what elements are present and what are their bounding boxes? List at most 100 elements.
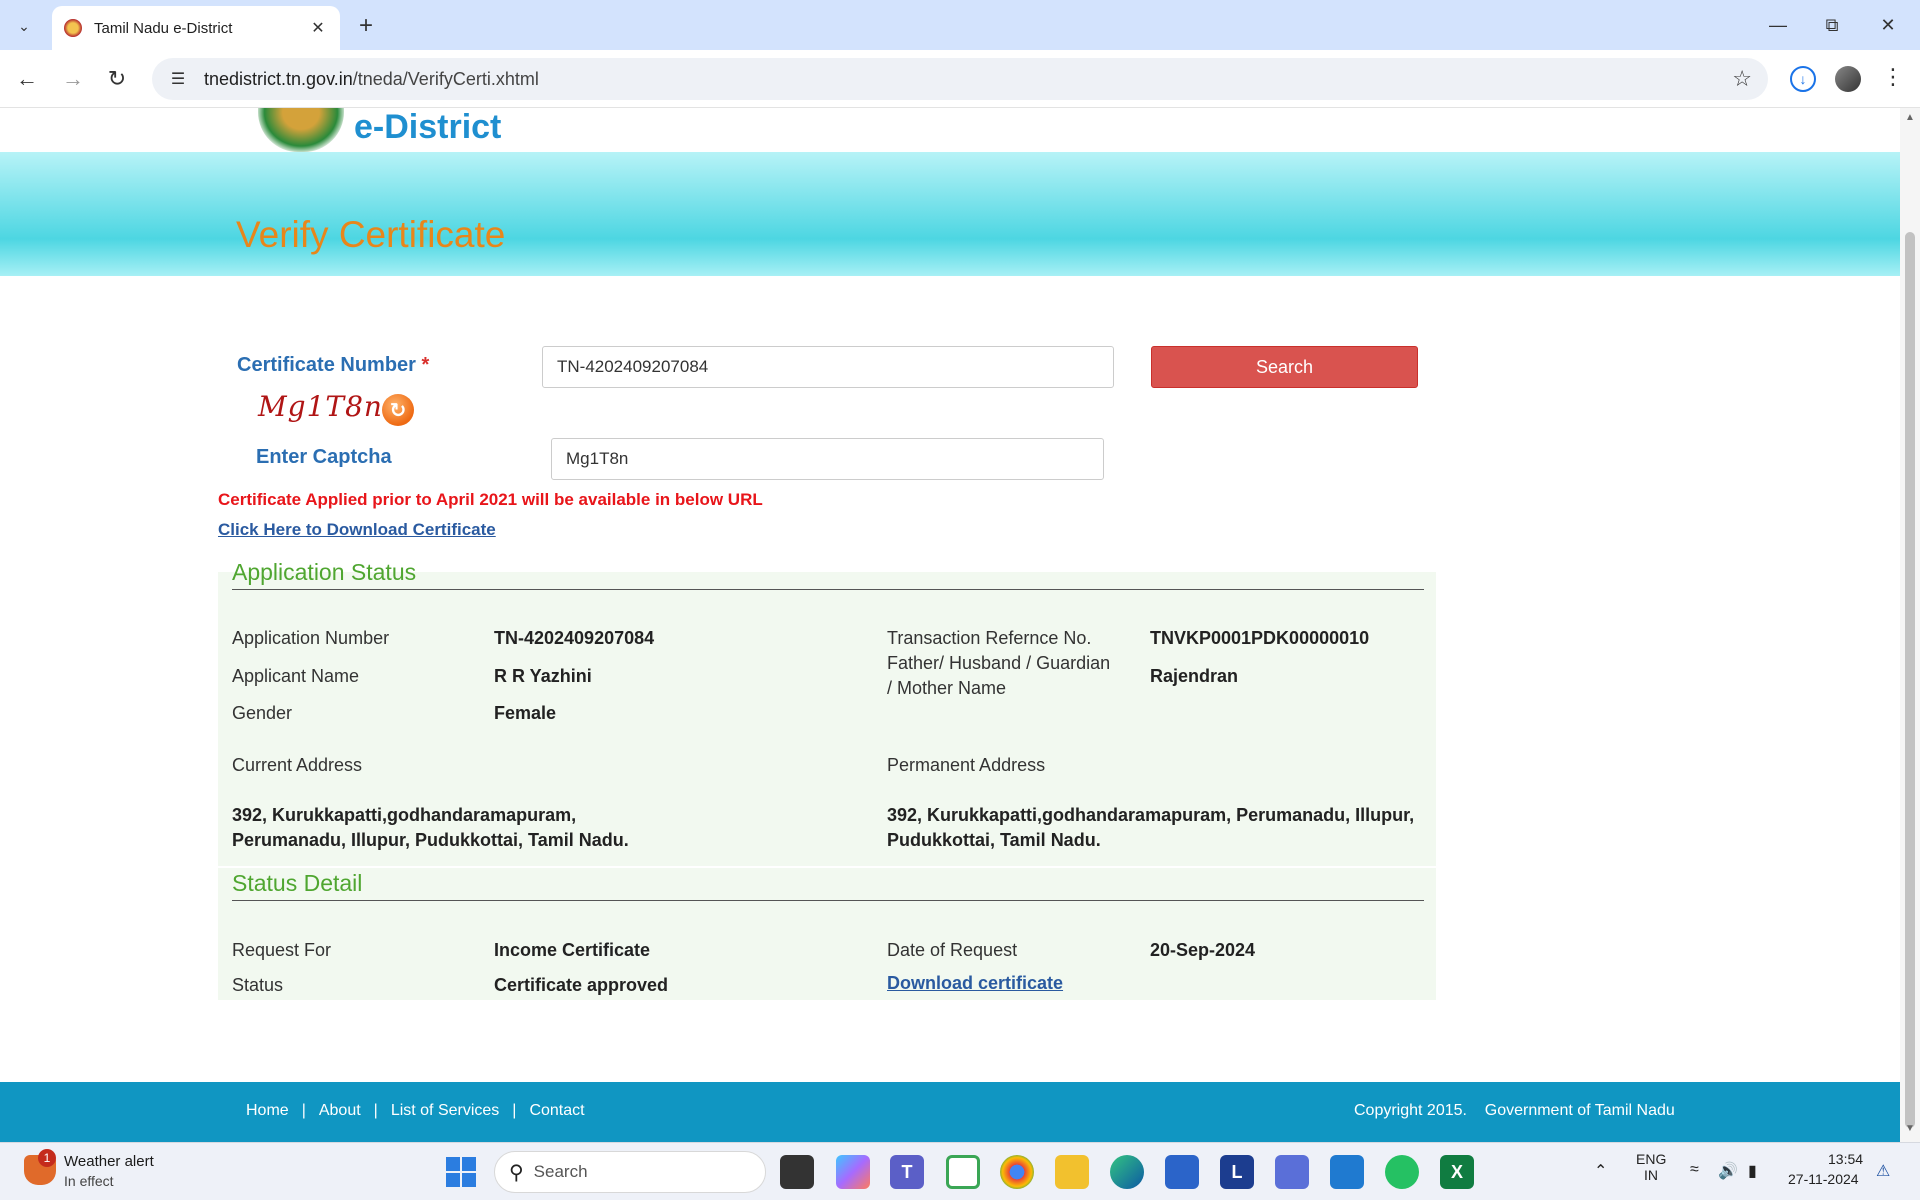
scroll-thumb[interactable] <box>1905 232 1915 1128</box>
reload-icon[interactable]: ↻ <box>102 64 132 94</box>
scroll-up-arrow-icon[interactable]: ▲ <box>1905 112 1915 123</box>
footer-separator: | <box>512 1102 517 1119</box>
search-button[interactable]: Search <box>1151 346 1418 388</box>
tray-overflow-chevron-icon[interactable]: ⌃ <box>1594 1161 1607 1181</box>
tab-title: Tamil Nadu e-District <box>94 19 233 37</box>
tn-emblem-favicon-icon <box>64 19 82 37</box>
applicant-name-value: R R Yazhini <box>494 666 592 686</box>
footer-link-about[interactable]: About <box>319 1102 361 1120</box>
downloads-icon[interactable]: ↓ <box>1790 66 1816 92</box>
bookmark-star-icon[interactable]: ☆ <box>1732 66 1752 92</box>
scroll-down-arrow-icon[interactable]: ▼ <box>1905 1123 1915 1134</box>
address-bar[interactable]: ☰ tnedistrict.tn.gov.in/tneda/VerifyCert… <box>152 58 1768 100</box>
language-code: ENG <box>1636 1151 1667 1167</box>
notice-text: Certificate Applied prior to April 2021 … <box>218 490 763 509</box>
logo-text: e-District <box>354 108 502 146</box>
vscode-icon[interactable] <box>1330 1155 1364 1189</box>
download-certificate-link[interactable]: Click Here to Download Certificate <box>218 520 496 540</box>
language-indicator[interactable]: ENG IN <box>1636 1151 1666 1183</box>
page-banner: Verify Certificate <box>0 152 1900 276</box>
weather-alert-status: In effect <box>64 1173 114 1189</box>
page-viewport: e-District Verify Certificate Certificat… <box>0 108 1900 1142</box>
request-for-value: Income Certificate <box>494 940 651 960</box>
store-icon[interactable] <box>1165 1155 1199 1189</box>
captcha-image: Mg1T8n <box>258 390 383 423</box>
notification-bell-icon[interactable]: ⚠ <box>1876 1161 1890 1181</box>
minimize-icon[interactable]: — <box>1758 10 1798 40</box>
taskbar-search[interactable]: ⚲ Search <box>494 1151 766 1193</box>
status-value: Certificate approved <box>494 975 669 995</box>
gender-label: Gender <box>232 703 293 723</box>
arc-app-icon[interactable] <box>1275 1155 1309 1189</box>
guardian-name-label: Father/ Husband / Guardian / Mother Name <box>887 653 1111 698</box>
browser-menu-icon[interactable]: ⋮ <box>1882 64 1904 90</box>
captcha-input[interactable] <box>551 438 1104 480</box>
copilot-icon[interactable] <box>836 1155 870 1189</box>
teams-icon[interactable]: T <box>890 1155 924 1189</box>
browser-tab[interactable]: Tamil Nadu e-District ✕ <box>52 6 340 50</box>
weather-alert-badge: 1 <box>38 1149 56 1167</box>
status-detail-panel <box>218 868 1436 1000</box>
file-explorer-icon[interactable] <box>1055 1155 1089 1189</box>
site-info-tune-icon[interactable]: ☰ <box>160 69 196 89</box>
footer-link-home[interactable]: Home <box>246 1102 289 1120</box>
l-app-icon[interactable]: L <box>1220 1155 1254 1189</box>
excel-icon[interactable]: X <box>1440 1155 1474 1189</box>
transaction-reference-value: TNVKP0001PDK00000010 <box>1150 628 1370 648</box>
date-of-request-value: 20-Sep-2024 <box>1150 940 1256 960</box>
application-status-title: Application Status <box>232 559 417 585</box>
restore-icon[interactable]: ⧉ <box>1812 10 1852 40</box>
date-of-request-label: Date of Request <box>887 940 1018 960</box>
back-arrow-icon[interactable]: ← <box>12 64 42 94</box>
transaction-reference-label: Transaction Refernce No. <box>887 628 1092 648</box>
browser-toolbar: ← → ↻ ☰ tnedistrict.tn.gov.in/tneda/Veri… <box>0 50 1920 108</box>
section-divider <box>232 589 1424 590</box>
clock-date[interactable]: 27-11-2024 <box>1788 1171 1859 1187</box>
clock-time[interactable]: 13:54 <box>1828 1151 1863 1167</box>
battery-icon[interactable]: ▮ <box>1748 1161 1757 1181</box>
forward-arrow-icon[interactable]: → <box>58 64 88 94</box>
chrome-icon[interactable] <box>1000 1155 1034 1189</box>
page-title: Verify Certificate <box>236 214 506 255</box>
footer-nav: Home | About | List of Services | Contac… <box>246 1102 585 1120</box>
taskbar-search-placeholder: Search <box>533 1162 588 1181</box>
current-address-label: Current Address <box>232 755 363 775</box>
captcha-refresh-icon[interactable]: ↻ <box>382 394 414 426</box>
close-window-icon[interactable]: ✕ <box>1868 10 1908 40</box>
gender-value: Female <box>494 703 557 723</box>
wifi-icon[interactable]: ≈ <box>1690 1161 1699 1179</box>
footer-link-services[interactable]: List of Services <box>391 1102 499 1120</box>
footer-link-contact[interactable]: Contact <box>529 1102 584 1120</box>
certificate-number-label-text: Certificate Number <box>237 354 416 376</box>
page-scrollbar[interactable]: ▲ ▼ <box>1900 108 1920 1142</box>
site-logo[interactable]: e-District <box>258 108 501 152</box>
weather-alert-title[interactable]: Weather alert <box>64 1153 154 1170</box>
url-host: tnedistrict.tn.gov.in <box>204 68 353 89</box>
windows-taskbar: 1 Weather alert In effect ⚲ Search T L X… <box>0 1142 1920 1200</box>
tn-emblem-icon <box>258 108 344 152</box>
guardian-name-value: Rajendran <box>1150 666 1239 686</box>
whatsapp-icon[interactable] <box>1385 1155 1419 1189</box>
certificate-number-label: Certificate Number * <box>237 354 429 377</box>
applicant-name-label: Applicant Name <box>232 666 360 686</box>
task-view-icon[interactable] <box>780 1155 814 1189</box>
new-tab-plus-icon[interactable]: + <box>352 12 380 40</box>
profile-avatar[interactable] <box>1835 66 1861 92</box>
footer-separator: | <box>373 1102 378 1119</box>
edge-icon[interactable] <box>1110 1155 1144 1189</box>
windows-start-icon[interactable] <box>446 1157 476 1187</box>
volume-icon[interactable]: 🔊 <box>1718 1161 1738 1181</box>
section-divider <box>232 900 1424 901</box>
permanent-address-value: 392, Kurukkapatti,godhandaramapuram, Per… <box>887 805 1415 850</box>
status-detail-title: Status Detail <box>232 870 363 896</box>
required-mark: * <box>421 354 430 376</box>
certificate-number-input[interactable] <box>542 346 1114 388</box>
request-for-label: Request For <box>232 940 332 960</box>
tab-close-icon[interactable]: ✕ <box>308 18 328 38</box>
url-text: tnedistrict.tn.gov.in/tneda/VerifyCerti.… <box>204 69 539 90</box>
tab-search-chevron-icon[interactable]: ⌄ <box>10 12 38 40</box>
sync-app-icon[interactable] <box>946 1155 980 1189</box>
status-label: Status <box>232 975 284 995</box>
download-certificate-detail-link[interactable]: Download certificate <box>887 973 1063 994</box>
browser-tab-strip: ⌄ Tamil Nadu e-District ✕ + — ⧉ ✕ <box>0 0 1920 50</box>
